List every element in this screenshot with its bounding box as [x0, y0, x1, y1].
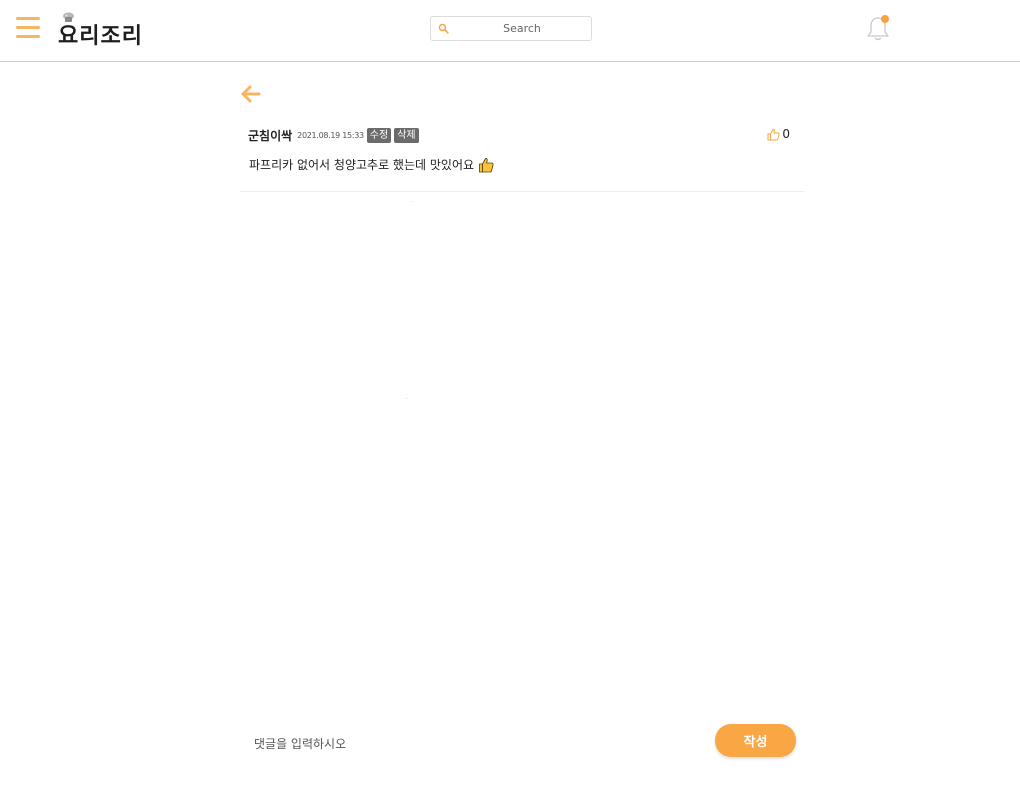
bell-icon — [867, 15, 889, 41]
comment-author: 군침이싹 — [248, 128, 293, 143]
submit-comment-button[interactable]: 작성 — [715, 724, 796, 757]
hamburger-icon — [16, 17, 40, 20]
comment-body: 파프리카 없어서 청양고추로 했는데 맛있어요 — [249, 156, 494, 173]
decorative-dot — [406, 398, 407, 399]
top-header: 요리조리 — [0, 0, 1020, 62]
comment-meta: 군침이싹 2021.08.19 15:33 수정 삭제 — [248, 126, 419, 144]
search-box[interactable] — [430, 16, 592, 41]
search-input[interactable] — [455, 17, 589, 40]
comment-date: 2021.08.19 15:33 — [297, 130, 364, 140]
like-button[interactable]: 0 — [767, 127, 790, 141]
comment-input[interactable] — [250, 730, 698, 758]
comment-text: 파프리카 없어서 청양고추로 했는데 맛있어요 — [249, 158, 475, 172]
hamburger-line — [16, 35, 40, 38]
arrow-left-icon — [241, 85, 261, 103]
delete-button[interactable]: 삭제 — [394, 127, 419, 143]
like-count: 0 — [782, 127, 790, 141]
back-button[interactable] — [240, 84, 262, 104]
hamburger-line — [16, 26, 40, 29]
search-icon — [438, 23, 449, 34]
menu-button[interactable] — [16, 17, 40, 39]
chef-hat-icon — [63, 12, 74, 22]
app-logo[interactable]: 요리조리 — [58, 12, 158, 49]
thumbs-up-emoji-icon — [479, 157, 494, 172]
notifications-button[interactable] — [864, 13, 892, 43]
decorative-dot — [412, 201, 413, 202]
logo-text: 요리조리 — [58, 24, 143, 49]
comment-item: 군침이싹 2021.08.19 15:33 수정 삭제 0 파프리카 없어서 청… — [240, 120, 804, 192]
thumbs-up-outline-icon — [767, 128, 780, 140]
edit-button[interactable]: 수정 — [366, 127, 392, 143]
